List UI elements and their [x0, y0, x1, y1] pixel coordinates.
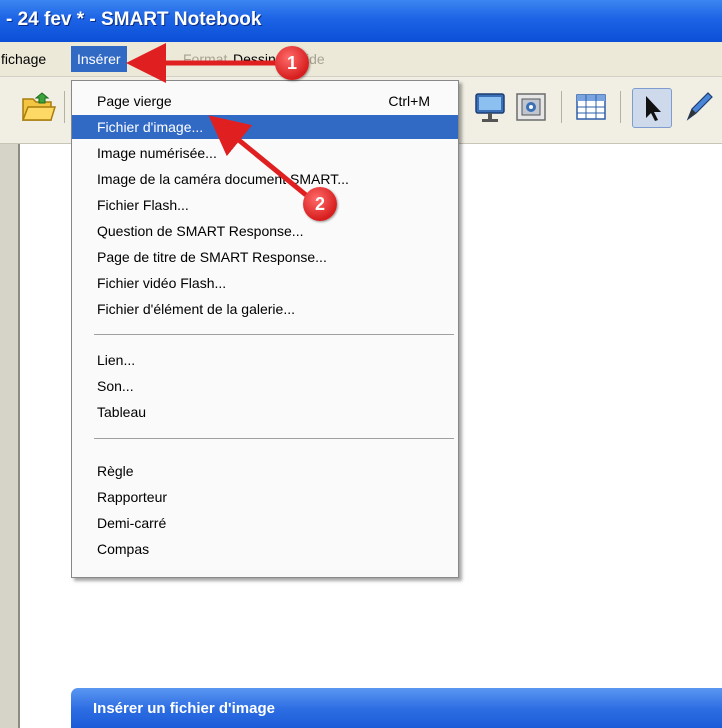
toolbar-separator — [561, 91, 562, 123]
menu-item-label: Fichier d'image... — [97, 119, 204, 135]
menu-item-label: Rapporteur — [97, 489, 168, 505]
dialog-title: Insérer un fichier d'image — [93, 700, 275, 717]
menu-bar: fichage Insérer Format Dessiner ide — [0, 42, 722, 77]
menu-separator — [94, 334, 454, 335]
menu-item-label: Page de titre de SMART Response... — [97, 249, 327, 265]
callout-badge-1: 1 — [275, 46, 309, 80]
menu-item-label: Fichier d'élément de la galerie... — [97, 301, 295, 317]
menu-item-label: Lien... — [97, 352, 136, 368]
menu-item-lien[interactable]: Lien... — [72, 348, 458, 372]
menu-item-compas[interactable]: Compas — [72, 537, 458, 561]
folder-open-icon[interactable] — [20, 89, 57, 125]
menu-affichage[interactable]: fichage — [1, 51, 46, 67]
menu-item-label: Image numérisée... — [97, 145, 217, 161]
menu-item-fichier-video-flash[interactable]: Fichier vidéo Flash... — [72, 271, 458, 295]
menu-item-label: Page vierge — [97, 93, 172, 109]
menu-item-label: Demi-carré — [97, 515, 167, 531]
menu-item-son[interactable]: Son... — [72, 374, 458, 398]
menu-item-label: Tableau — [97, 404, 147, 420]
screen-capture-icon[interactable] — [513, 89, 549, 125]
document-camera-icon[interactable] — [472, 89, 508, 125]
menu-format[interactable]: Format — [183, 51, 227, 67]
menu-item-shortcut: Ctrl+M — [388, 93, 430, 109]
menu-item-demi-carre[interactable]: Demi-carré — [72, 511, 458, 535]
menu-item-regle[interactable]: Règle — [72, 459, 458, 483]
menu-item-label: Compas — [97, 541, 150, 557]
menu-inserer[interactable]: Insérer — [71, 46, 127, 72]
menu-item-rapporteur[interactable]: Rapporteur — [72, 485, 458, 509]
toolbar-separator — [620, 91, 621, 123]
menu-separator — [94, 438, 454, 439]
toolbar-separator — [64, 91, 65, 123]
menu-item-label: Image de la caméra document SMART... — [97, 171, 349, 187]
menu-item-element-galerie[interactable]: Fichier d'élément de la galerie... — [72, 297, 458, 321]
menu-item-image-numerisee[interactable]: Image numérisée... — [72, 141, 458, 165]
window-title: - 24 fev * - SMART Notebook — [6, 9, 262, 30]
menu-item-page-vierge[interactable]: Page vierge Ctrl+M — [72, 89, 458, 113]
callout-badge-2: 2 — [303, 187, 337, 221]
menu-item-label: Son... — [97, 378, 134, 394]
menu-item-question-response[interactable]: Question de SMART Response... — [72, 219, 458, 243]
menu-item-fichier-image[interactable]: Fichier d'image... — [72, 115, 458, 139]
dialog-title-bar: Insérer un fichier d'image — [71, 688, 722, 728]
menu-item-camera-document[interactable]: Image de la caméra document SMART... — [72, 167, 458, 191]
menu-item-label: Règle — [97, 463, 134, 479]
title-bar: - 24 fev * - SMART Notebook — [0, 0, 722, 42]
menu-item-label: Fichier vidéo Flash... — [97, 275, 227, 291]
side-panel-edge — [0, 144, 20, 728]
menu-item-page-titre-response[interactable]: Page de titre de SMART Response... — [72, 245, 458, 269]
pen-icon[interactable] — [680, 89, 716, 125]
menu-item-fichier-flash[interactable]: Fichier Flash... — [72, 193, 458, 217]
menu-item-label: Question de SMART Response... — [97, 223, 304, 239]
table-icon[interactable] — [573, 89, 609, 125]
menu-item-label: Fichier Flash... — [97, 197, 189, 213]
inserer-dropdown-menu: Page vierge Ctrl+M Fichier d'image... Im… — [71, 80, 459, 578]
menu-item-tableau[interactable]: Tableau — [72, 400, 458, 424]
select-arrow-icon[interactable] — [632, 88, 672, 128]
